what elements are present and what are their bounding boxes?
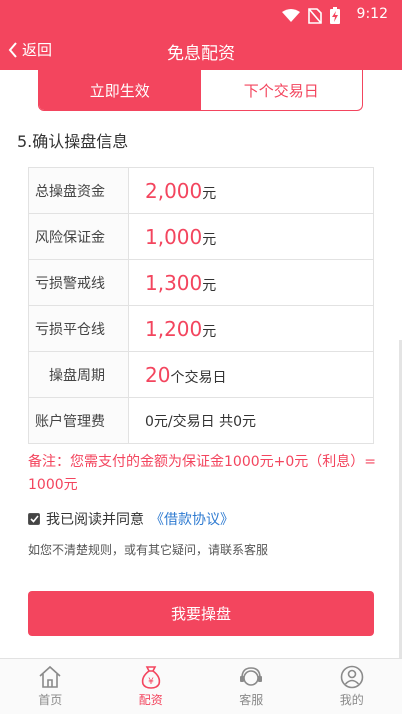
row-value: 1,300元 xyxy=(128,259,374,306)
section-title: 5.确认操盘信息 xyxy=(17,132,129,151)
row-label: 账户管理费 xyxy=(28,397,129,444)
row-value: 20个交易日 xyxy=(128,351,374,398)
user-icon xyxy=(340,665,364,689)
value-unit: 元 xyxy=(202,185,217,202)
table-row: 总操盘资金 2,000元 xyxy=(28,167,374,214)
nav-financing-label: 配资 xyxy=(138,693,163,707)
value-number: 1,200 xyxy=(145,316,203,341)
title-bar: 返回 免息配资 xyxy=(0,29,402,70)
effect-time-tabs: 立即生效 下个交易日 xyxy=(38,70,363,111)
nav-profile[interactable]: 我的 xyxy=(302,659,402,714)
tab-next-trading-day[interactable]: 下个交易日 xyxy=(201,70,363,110)
row-label: 总操盘资金 xyxy=(28,167,129,214)
table-row: 操盘周期 20个交易日 xyxy=(28,351,374,398)
row-label: 亏损警戒线 xyxy=(28,259,129,306)
agreement-row: 我已阅读并同意 《借款协议》 xyxy=(28,509,234,529)
row-value: 2,000元 xyxy=(128,167,374,214)
value-number: 1,000 xyxy=(145,224,203,249)
row-label: 亏损平仓线 xyxy=(28,305,129,352)
tab-immediate[interactable]: 立即生效 xyxy=(39,70,201,110)
status-bar: 9:12 xyxy=(0,0,402,29)
nav-home[interactable]: 首页 xyxy=(0,659,101,714)
payment-note: 备注：您需支付的金额为保证金1000元+0元（利息）= 1000元 xyxy=(28,454,376,493)
table-row: 账户管理费 0元/交易日 共0元 xyxy=(28,397,374,444)
value-unit: 元 xyxy=(202,277,217,294)
checkmark-icon xyxy=(29,515,39,523)
start-trading-button[interactable]: 我要操盘 xyxy=(28,591,374,636)
row-label: 风险保证金 xyxy=(28,213,129,260)
svg-text:¥: ¥ xyxy=(148,677,154,687)
table-row: 亏损警戒线 1,300元 xyxy=(28,259,374,306)
row-value: 0元/交易日 共0元 xyxy=(128,397,374,444)
row-label: 操盘周期 xyxy=(28,351,129,398)
agree-text: 我已阅读并同意 xyxy=(46,512,144,528)
wifi-icon xyxy=(282,8,300,22)
no-sim-icon xyxy=(308,7,322,24)
nav-support[interactable]: 客服 xyxy=(201,659,302,714)
agree-checkbox[interactable] xyxy=(28,513,40,525)
page-title: 免息配资 xyxy=(167,44,235,64)
nav-financing[interactable]: ¥ 配资 xyxy=(101,659,202,714)
value-unit: 元 xyxy=(202,231,217,248)
value-number: 20 xyxy=(145,362,171,387)
status-time: 9:12 xyxy=(356,6,388,22)
trade-info-table: 总操盘资金 2,000元 风险保证金 1,000元 亏损警戒线 1,300元 亏… xyxy=(28,167,374,444)
value-unit: 元 xyxy=(202,323,217,340)
battery-charging-icon xyxy=(330,7,340,24)
row-value: 1,200元 xyxy=(128,305,374,352)
nav-profile-label: 我的 xyxy=(339,693,364,707)
status-icons xyxy=(282,7,340,24)
headset-icon xyxy=(240,667,263,686)
help-hint: 如您不清楚规则，或有其它疑问，请联系客服 xyxy=(28,543,269,557)
row-value: 1,000元 xyxy=(128,213,374,260)
value-number: 1,300 xyxy=(145,270,203,295)
value-unit: 个交易日 xyxy=(170,369,227,386)
home-icon xyxy=(39,665,61,688)
loan-agreement-link[interactable]: 《借款协议》 xyxy=(150,509,234,529)
money-bag-icon: ¥ xyxy=(141,666,160,689)
table-row: 风险保证金 1,000元 xyxy=(28,213,374,260)
nav-support-label: 客服 xyxy=(239,693,264,707)
nav-home-label: 首页 xyxy=(38,693,63,707)
table-row: 亏损平仓线 1,200元 xyxy=(28,305,374,352)
bottom-nav: 首页 ¥ 配资 客服 我的 xyxy=(0,658,402,714)
value-number: 2,000 xyxy=(145,178,203,203)
